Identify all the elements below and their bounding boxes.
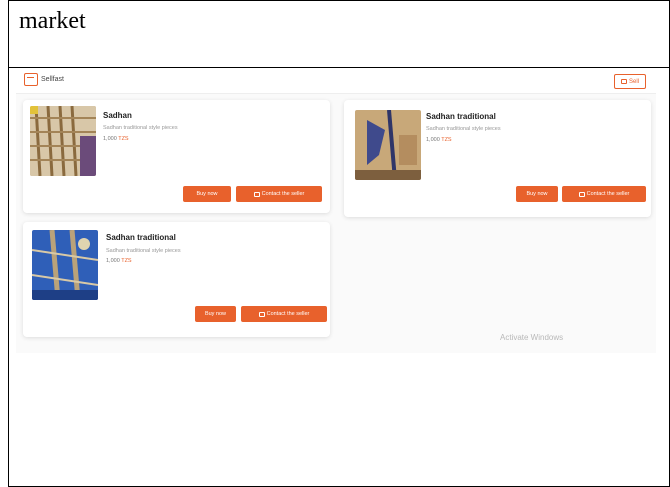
buy-now-button[interactable]: Buy now bbox=[516, 186, 558, 202]
contact-seller-button[interactable]: Contact the seller bbox=[241, 306, 327, 322]
cart-icon bbox=[620, 79, 627, 84]
product-title[interactable]: Sadhan traditional bbox=[106, 233, 176, 242]
message-icon bbox=[253, 191, 260, 197]
product-description: Sadhan traditional style pieces bbox=[426, 126, 501, 132]
product-card[interactable]: Sadhan traditional Sadhan traditional st… bbox=[344, 100, 651, 217]
shop-icon bbox=[24, 73, 38, 86]
app-screenshot: Sellfast Sell Sadhan Sadhan traditional … bbox=[16, 68, 656, 353]
product-card[interactable]: Sadhan traditional Sadhan traditional st… bbox=[23, 222, 330, 337]
product-price: 1,000 TZS bbox=[106, 258, 132, 264]
title-cell: market bbox=[9, 1, 669, 68]
document-title: market bbox=[19, 8, 86, 34]
product-description: Sadhan traditional style pieces bbox=[106, 248, 181, 254]
buy-now-button[interactable]: Buy now bbox=[195, 306, 236, 322]
product-price: 1,000 TZS bbox=[426, 137, 452, 143]
product-description: Sadhan traditional style pieces bbox=[103, 125, 178, 131]
product-image bbox=[32, 230, 98, 300]
product-image bbox=[355, 110, 421, 180]
product-title[interactable]: Sadhan bbox=[103, 111, 132, 120]
product-image bbox=[30, 106, 96, 176]
product-price: 1,000 TZS bbox=[103, 136, 129, 142]
message-icon bbox=[578, 191, 585, 197]
activate-windows-watermark: Activate Windows bbox=[500, 333, 564, 342]
sell-button[interactable]: Sell bbox=[613, 74, 646, 89]
brand-logo[interactable]: Sellfast bbox=[24, 73, 64, 86]
product-card[interactable]: Sadhan Sadhan traditional style pieces 1… bbox=[23, 100, 330, 213]
sell-button-label: Sell bbox=[628, 78, 639, 85]
product-title[interactable]: Sadhan traditional bbox=[426, 112, 496, 121]
contact-seller-button[interactable]: Contact the seller bbox=[562, 186, 646, 202]
message-icon bbox=[258, 311, 265, 317]
top-bar: Sellfast Sell bbox=[16, 68, 656, 94]
buy-now-button[interactable]: Buy now bbox=[183, 186, 231, 202]
brand-name: Sellfast bbox=[41, 76, 64, 83]
contact-seller-button[interactable]: Contact the seller bbox=[236, 186, 322, 202]
